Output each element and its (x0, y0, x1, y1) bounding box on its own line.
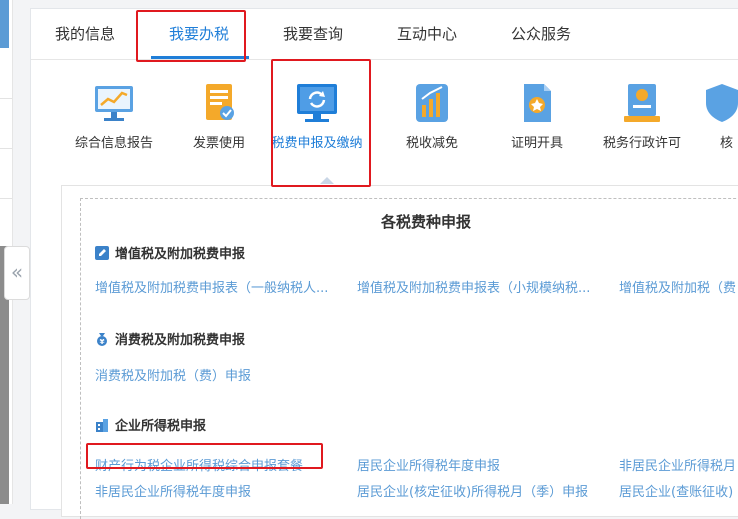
link-resident-cit-annual[interactable]: 居民企业所得税年度申报 (357, 455, 500, 474)
link-resident-cit-assessed[interactable]: 居民企业(核定征收)所得税月（季）申报 (357, 481, 588, 500)
service-label: 税务行政许可 (602, 136, 681, 151)
monitor-chart-icon (92, 81, 136, 125)
certificate-icon (515, 81, 559, 125)
service-label: 税收减免 (405, 136, 458, 151)
content-title: 各税费种申报 (380, 213, 471, 231)
tab-query[interactable]: 我要查询 (283, 9, 343, 59)
link-vat-surtax[interactable]: 增值税及附加税（费 (619, 277, 736, 296)
highlight-link-box (86, 443, 323, 469)
tab-my-info[interactable]: 我的信息 (55, 9, 115, 59)
service-comprehensive-report[interactable]: 综合信息报告 (59, 67, 169, 152)
sidebar-divider (0, 198, 12, 199)
bar-chart-icon (410, 81, 454, 125)
money-bag-icon: ¥ (95, 332, 109, 346)
service-label: 证明开具 (510, 136, 563, 151)
sidebar-divider (0, 98, 12, 99)
service-label: 综合信息报告 (74, 136, 153, 151)
link-consumption-tax[interactable]: 消费税及附加税（费）申报 (95, 365, 251, 384)
section-title: 增值税及附加税费申报 (115, 247, 246, 262)
link-vat-general[interactable]: 增值税及附加税费申报表（一般纳税人... (95, 277, 328, 296)
link-resident-cit-audited[interactable]: 居民企业(查账征收) (619, 481, 733, 500)
link-nonresident-cit-annual[interactable]: 非居民企业所得税年度申报 (95, 481, 251, 500)
service-label: 发票使用 (192, 136, 245, 151)
section-vat: 增值税及附加税费申报 (95, 243, 245, 262)
highlight-tab-box (136, 10, 246, 62)
tab-interaction-center[interactable]: 互动中心 (397, 9, 457, 59)
main-panel: 我的信息 我要办税 我要查询 互动中心 公众服务 综合信息报告 发票使用 税费申… (30, 8, 738, 519)
edit-icon (95, 246, 109, 260)
link-vat-small-scale[interactable]: 增值税及附加税费申报表（小规模纳税... (357, 277, 590, 296)
building-icon (95, 418, 109, 432)
partial-icon (700, 81, 738, 125)
svg-text:¥: ¥ (100, 338, 105, 346)
section-title: 消费税及附加税费申报 (115, 333, 246, 348)
section-consumption-tax: ¥ 消费税及附加税费申报 (95, 329, 245, 348)
service-icon-row: 综合信息报告 发票使用 税费申报及缴纳 税收减免 证明开具 税务行政许可 核 (31, 67, 738, 187)
service-administrative-license[interactable]: 税务行政许可 (587, 67, 697, 152)
section-corporate-income-tax: 企业所得税申报 (95, 415, 206, 434)
service-certificate[interactable]: 证明开具 (482, 67, 592, 152)
link-nonresident-cit-monthly[interactable]: 非居民企业所得税月 (619, 455, 736, 474)
service-label: 核 (720, 136, 734, 151)
license-icon (620, 81, 664, 125)
sidebar-active-marker (0, 0, 9, 48)
service-verification[interactable]: 核 (692, 67, 738, 152)
collapse-sidebar-button[interactable]: « (4, 246, 30, 300)
service-invoice-use[interactable]: 发票使用 (164, 67, 274, 152)
tab-public-service[interactable]: 公众服务 (511, 9, 571, 59)
declaration-box: 各税费种申报 增值税及附加税费申报 增值税及附加税费申报表（一般纳税人... 增… (80, 198, 738, 519)
section-title: 企业所得税申报 (115, 419, 207, 434)
sidebar-divider (0, 148, 12, 149)
service-tax-reduction[interactable]: 税收减免 (377, 67, 487, 152)
invoice-icon (197, 81, 241, 125)
highlight-service-box (271, 59, 371, 187)
